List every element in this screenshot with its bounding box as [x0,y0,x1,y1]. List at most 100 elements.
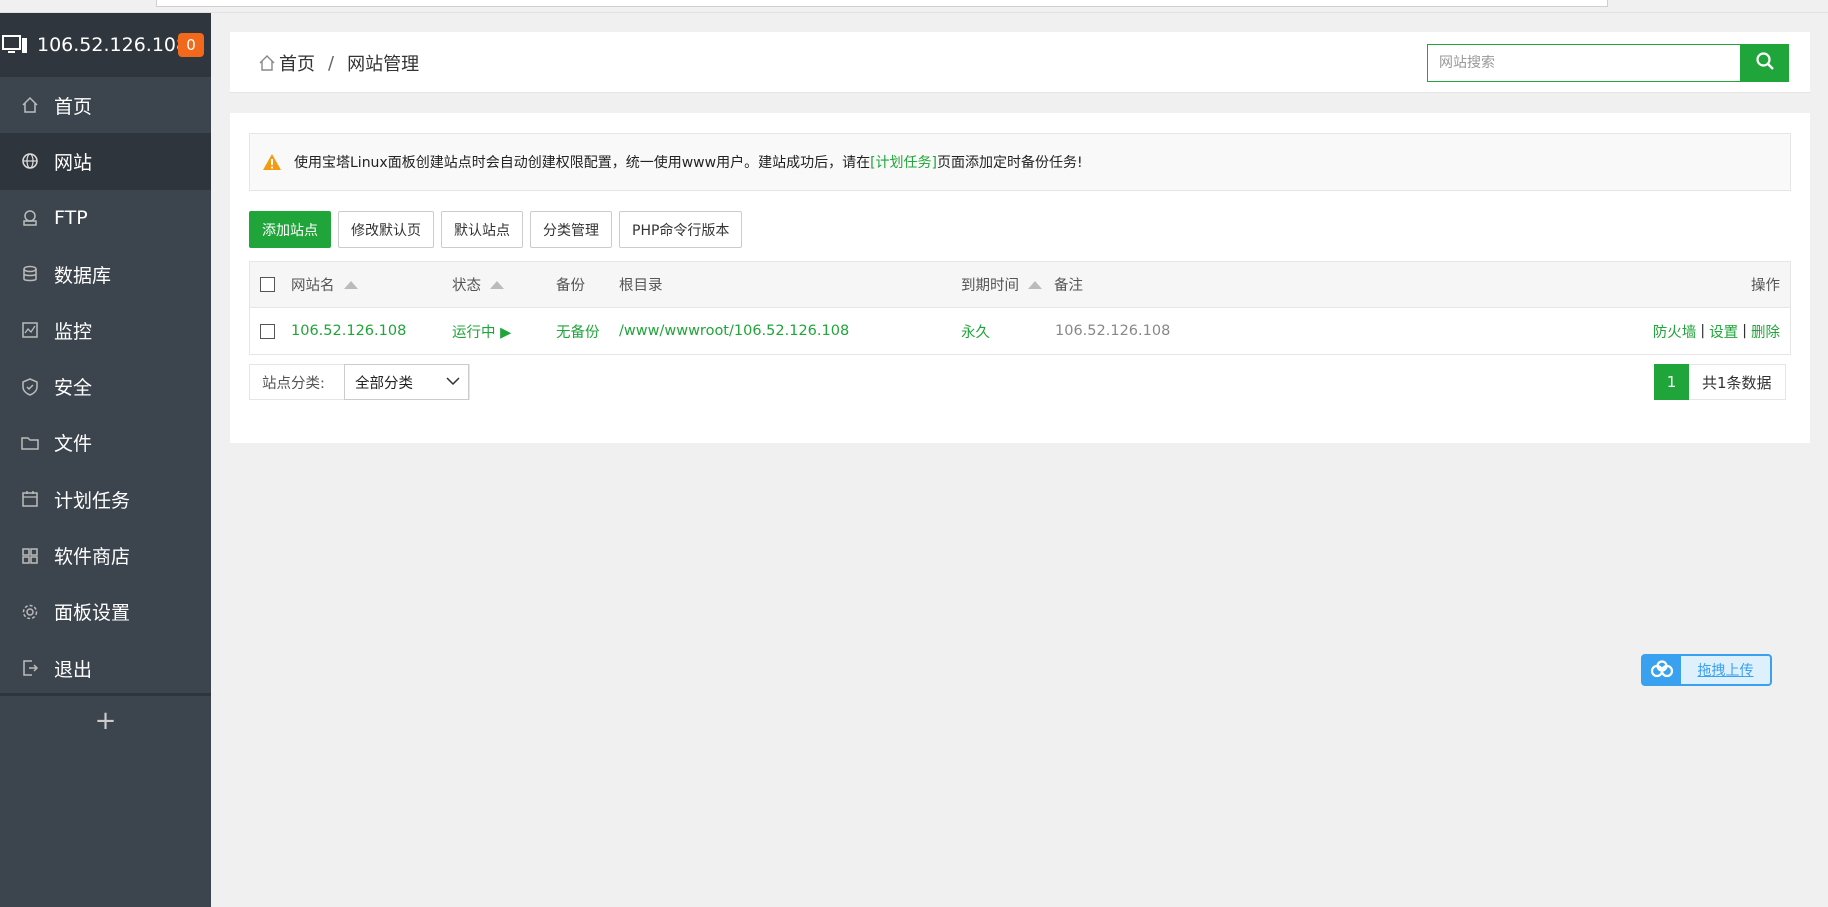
category-label: 站点分类: [250,365,344,399]
delete-link[interactable]: 删除 [1751,321,1780,342]
page-button-current[interactable]: 1 [1654,363,1689,400]
col-name-label: 网站名 [291,278,335,294]
baidu-cloud-icon [1643,656,1681,684]
sidebar-item-label: 文件 [54,433,93,456]
add-site-button[interactable]: 添加站点 [249,211,331,248]
shield-icon [20,377,40,397]
toolbar: 添加站点 修改默认页 默认站点 分类管理 PHP命令行版本 [249,211,749,248]
settings-link[interactable]: 设置 [1709,321,1738,342]
drag-upload-label: 拖拽上传 [1697,663,1754,679]
notification-badge[interactable]: 0 [178,33,204,57]
category-filter: 站点分类: 全部分类 [249,364,470,400]
drag-upload-widget[interactable]: 拖拽上传 [1641,654,1772,686]
chevron-down-icon [446,374,460,390]
add-shortcut-button[interactable]: + [0,706,211,736]
sidebar-item-cron[interactable]: 计划任务 [0,471,211,527]
col-status-header[interactable]: 状态 [452,262,504,307]
col-root-header: 根目录 [619,278,663,294]
database-icon [20,264,40,284]
sidebar-item-store[interactable]: 软件商店 [0,527,211,583]
col-name-header[interactable]: 网站名 [291,262,358,307]
sidebar-item-logout[interactable]: 退出 [0,640,211,696]
site-search-box [1427,44,1741,82]
sidebar-item-home[interactable]: 首页 [0,77,211,133]
sidebar-item-files[interactable]: 文件 [0,415,211,471]
home-icon[interactable] [258,54,276,72]
server-header: 106.52.126.108 0 [0,13,211,77]
sidebar-item-website[interactable]: 网站 [0,133,211,190]
row-actions: 防火墙 | 设置 | 删除 [1653,308,1780,354]
logout-icon [20,658,40,678]
col-expire-header[interactable]: 到期时间 [961,262,1042,307]
gear-icon [20,602,40,622]
breadcrumb: 首页 / 网站管理 [258,50,419,76]
category-manage-button[interactable]: 分类管理 [530,211,612,248]
search-icon [1755,51,1775,75]
breadcrumb-current: 网站管理 [347,54,420,75]
site-backup[interactable]: 无备份 [556,308,600,354]
sidebar-item-security[interactable]: 安全 [0,358,211,414]
col-expire-label: 到期时间 [961,278,1019,294]
ftp-icon [20,208,40,228]
sidebar-item-label: 监控 [54,320,93,343]
sidebar-item-database[interactable]: 数据库 [0,246,211,302]
sidebar-item-label: 退出 [54,658,93,681]
site-table: 网站名 状态 备份 根目录 到期时间 备注 操作 106.52.126.108 … [249,261,1791,355]
page-header: 首页 / 网站管理 [230,32,1810,93]
col-remark-header: 备注 [1054,278,1083,294]
firewall-link[interactable]: 防火墙 [1653,321,1697,342]
sort-icon [343,280,358,289]
search-button[interactable] [1740,44,1789,82]
category-select-value: 全部分类 [355,375,413,392]
site-root-path[interactable]: /www/wwwroot/106.52.126.108 [619,308,849,354]
action-separator: | [1700,323,1706,339]
warning-icon [262,153,282,171]
table-header: 网站名 状态 备份 根目录 到期时间 备注 操作 [250,262,1790,308]
sidebar-item-label: 计划任务 [54,489,131,512]
computer-icon [2,34,28,56]
breadcrumb-home[interactable]: 首页 [279,50,315,76]
sidebar-menu: 首页 网站 FTP 数据库 监控 安全 文件 计划任务 软件商店 面板设置 退出 [0,77,211,697]
sidebar-item-label: 面板设置 [54,602,131,625]
calendar-icon [20,489,40,509]
site-expire[interactable]: 永久 [961,308,990,354]
browser-top-strip [0,0,1828,13]
sidebar-item-label: 安全 [54,377,93,400]
col-backup-header: 备份 [556,278,585,294]
home-icon [20,95,40,115]
site-status[interactable]: 运行中 ▶ [452,308,511,354]
cron-task-link[interactable]: [计划任务] [870,152,937,172]
folder-icon [20,433,40,453]
sidebar-item-settings[interactable]: 面板设置 [0,584,211,640]
globe-icon [20,151,40,171]
site-remark[interactable]: 106.52.126.108 [1055,308,1170,354]
address-bar-edge [156,0,1608,7]
main-panel: 使用宝塔Linux面板创建站点时会自动创建权限配置，统一使用www用户。建站成功… [230,113,1810,443]
action-separator: | [1742,323,1747,339]
php-cli-version-button[interactable]: PHP命令行版本 [619,211,743,248]
table-row: 106.52.126.108 运行中 ▶ 无备份 /www/wwwroot/10… [250,308,1790,354]
sidebar-item-ftp[interactable]: FTP [0,190,211,246]
col-status-label: 状态 [452,278,481,294]
sort-icon [490,280,504,289]
sidebar-item-monitor[interactable]: 监控 [0,302,211,358]
sort-icon [1028,280,1042,289]
category-select[interactable]: 全部分类 [344,364,469,400]
site-name-link[interactable]: 106.52.126.108 [291,308,406,354]
monitor-icon [20,320,40,340]
sidebar-item-label: 网站 [54,151,93,174]
pagination: 1 共1条数据 [1654,363,1786,400]
edit-default-page-button[interactable]: 修改默认页 [338,211,434,248]
sidebar-item-label: 首页 [54,95,93,118]
server-ip: 106.52.126.108 [37,34,189,56]
sidebar-item-label: FTP [54,206,88,229]
select-all-checkbox[interactable] [260,277,275,292]
default-site-button[interactable]: 默认站点 [441,211,523,248]
notice-text-tail: 页面添加定时备份任务! [937,155,1083,171]
row-checkbox[interactable] [260,323,275,339]
page-total: 共1条数据 [1702,373,1772,392]
sidebar-item-label: 软件商店 [54,546,131,569]
search-input[interactable] [1428,45,1740,81]
breadcrumb-separator: / [328,52,335,74]
col-actions-header: 操作 [1751,278,1780,294]
